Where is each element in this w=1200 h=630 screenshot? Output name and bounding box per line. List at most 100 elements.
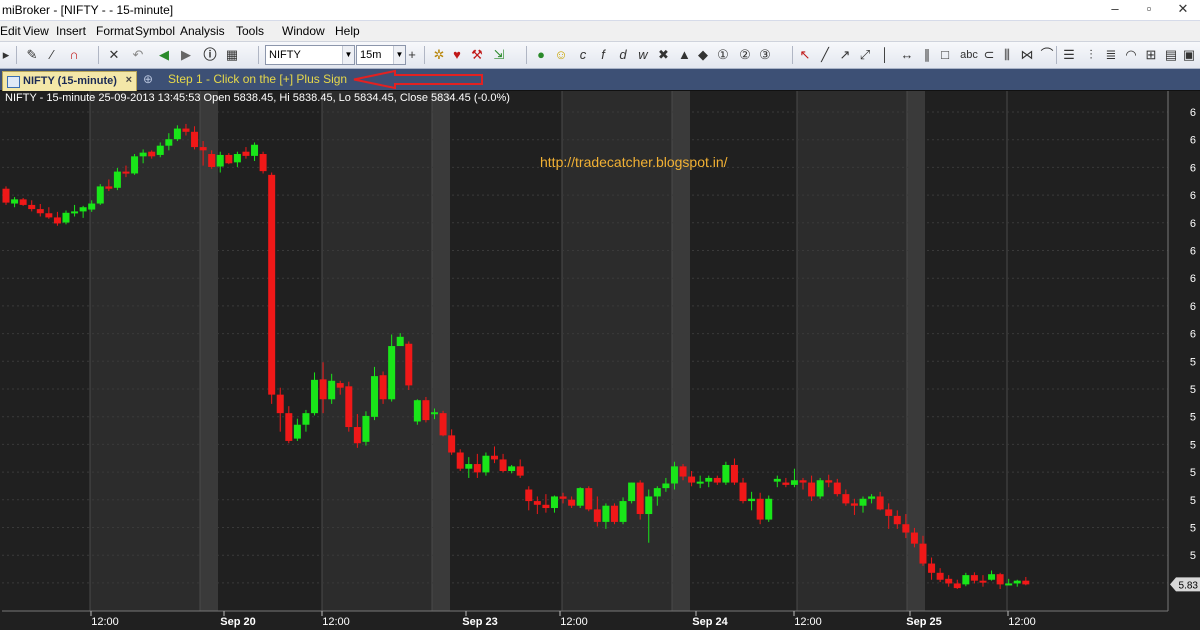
tool-icon[interactable]: ⚒ xyxy=(470,46,484,64)
chart-tab-icon xyxy=(7,76,20,88)
candle-body xyxy=(1022,580,1030,585)
pen-icon[interactable]: ✎ xyxy=(24,46,40,64)
smiley-icon[interactable]: ☺ xyxy=(554,46,568,64)
candle-body xyxy=(816,480,824,497)
extended-line-icon[interactable]: ⤢ xyxy=(858,46,872,64)
minimize-button[interactable]: – xyxy=(1108,0,1122,18)
chevron-down-icon[interactable]: ▼ xyxy=(393,46,405,64)
candlestick-chart[interactable]: 66666666655555555512:00Sep 2012:00Sep 23… xyxy=(0,91,1200,630)
candle-body xyxy=(62,212,70,223)
close-window-button[interactable]: ✕ xyxy=(1176,0,1190,18)
menu-edit[interactable]: Edit xyxy=(0,24,21,38)
candle-body xyxy=(628,482,636,502)
main-toolbar: ▸ ✎ ⁄ ∩ ✕ ↶ ◀ ▶ ⓘ ▦ NIFTY ▼ 15m ▼ + ✲ ♥ … xyxy=(0,42,1200,69)
interval-combo[interactable]: 15m ▼ xyxy=(356,45,406,65)
y-tick-label: 5 xyxy=(1190,495,1196,507)
vertical-line-icon[interactable]: │ xyxy=(878,46,892,64)
fibonacci-levels-icon[interactable]: ⫼ xyxy=(1000,46,1014,64)
circle-one-icon[interactable]: ① xyxy=(716,46,730,64)
tab-close-icon[interactable]: × xyxy=(126,74,132,86)
candle-body xyxy=(45,213,53,218)
settings-icon[interactable]: ✲ xyxy=(432,46,446,64)
green-circle-icon[interactable]: ● xyxy=(534,46,548,64)
price-chart[interactable]: 66666666655555555512:00Sep 2012:00Sep 23… xyxy=(0,91,1200,630)
gann-icon[interactable]: ⋈ xyxy=(1020,46,1034,64)
back-icon[interactable]: ◀ xyxy=(156,46,172,64)
candle-body xyxy=(2,188,10,203)
candle-body xyxy=(970,575,978,581)
candle-body xyxy=(199,147,207,151)
candle-body xyxy=(619,501,627,522)
y-tick-label: 5 xyxy=(1190,384,1196,396)
menu-symbol[interactable]: Symbol xyxy=(135,24,175,38)
list-icon[interactable]: ☰ xyxy=(1062,46,1076,64)
menu-view[interactable]: View xyxy=(23,24,49,38)
candle-body xyxy=(319,379,327,400)
delete-drawing-icon[interactable]: ✕ xyxy=(106,46,122,64)
undo-icon[interactable]: ↶ xyxy=(130,46,146,64)
ellipse-icon[interactable]: ⊂ xyxy=(982,46,996,64)
maximize-button[interactable]: ▫ xyxy=(1142,0,1156,18)
heart-icon[interactable]: ♥ xyxy=(450,46,464,64)
arrow-icon[interactable]: ▸ xyxy=(2,46,10,64)
ray-icon[interactable]: ↗ xyxy=(838,46,852,64)
day-separator-band xyxy=(200,91,218,611)
table-icon[interactable]: ▤ xyxy=(1164,46,1178,64)
grid-icon[interactable]: ⊞ xyxy=(1144,46,1158,64)
cycle-tool-icon[interactable]: c xyxy=(578,46,588,64)
calendar-icon[interactable]: ▦ xyxy=(224,46,240,64)
candle-body xyxy=(371,376,379,417)
text-tool-icon[interactable]: abc xyxy=(958,46,980,64)
parallel-lines-icon[interactable]: ∥ xyxy=(920,46,934,64)
menu-window[interactable]: Window xyxy=(282,24,325,38)
window-layout-icon[interactable]: ▣ xyxy=(1182,46,1196,64)
chevron-down-icon[interactable]: ▼ xyxy=(342,46,354,64)
candle-body xyxy=(533,501,541,505)
tab-nifty-15-minute[interactable]: NIFTY (15-minute) × xyxy=(2,71,137,91)
export-icon[interactable]: ⇲ xyxy=(492,46,506,64)
menu-insert[interactable]: Insert xyxy=(56,24,86,38)
menu-tools[interactable]: Tools xyxy=(236,24,264,38)
candle-body xyxy=(645,496,653,515)
cross-marker-icon[interactable]: ✖ xyxy=(658,46,669,64)
candle-body xyxy=(748,498,756,502)
candle-body xyxy=(979,580,987,583)
magnet-icon[interactable]: ∩ xyxy=(66,46,82,64)
add-tab-plus-icon[interactable]: ⊕ xyxy=(143,72,153,86)
day-separator-band xyxy=(432,91,450,611)
trendline-icon[interactable]: ╱ xyxy=(818,46,832,64)
fibonacci-tool-icon[interactable]: f xyxy=(598,46,608,64)
wifi-icon[interactable]: ◠ xyxy=(1124,46,1138,64)
circle-two-icon[interactable]: ② xyxy=(738,46,752,64)
candle-body xyxy=(842,494,850,504)
up-marker-icon[interactable]: ▲ xyxy=(678,46,691,64)
d-tool-icon[interactable]: d xyxy=(618,46,628,64)
candle-body xyxy=(568,499,576,506)
up-down-marker-icon[interactable]: ◆ xyxy=(698,46,708,64)
bars-icon[interactable]: ⫶ xyxy=(1084,46,1098,64)
layers-icon[interactable]: ≣ xyxy=(1104,46,1118,64)
rectangle-icon[interactable]: □ xyxy=(938,46,952,64)
y-tick-label: 6 xyxy=(1190,190,1196,202)
y-tick-label: 5 xyxy=(1190,412,1196,424)
menu-format[interactable]: Format xyxy=(96,24,134,38)
menu-analysis[interactable]: Analysis xyxy=(180,24,225,38)
info-icon[interactable]: ⓘ xyxy=(202,46,218,64)
wave-tool-icon[interactable]: w xyxy=(638,46,648,64)
horizontal-line-icon[interactable]: ↔ xyxy=(898,46,916,64)
plus-icon[interactable]: + xyxy=(407,46,417,64)
arc-icon[interactable]: ⌒ xyxy=(1040,46,1054,64)
candle-body xyxy=(336,383,344,388)
candle-body xyxy=(139,152,147,157)
candle-body xyxy=(328,380,336,400)
circle-three-icon[interactable]: ③ xyxy=(758,46,772,64)
menu-help[interactable]: Help xyxy=(335,24,360,38)
symbol-combo[interactable]: NIFTY ▼ xyxy=(265,45,355,65)
y-tick-label: 5 xyxy=(1190,523,1196,535)
candle-body xyxy=(422,400,430,421)
forward-icon[interactable]: ▶ xyxy=(178,46,194,64)
y-tick-label: 5 xyxy=(1190,467,1196,479)
x-tick-label: 12:00 xyxy=(794,616,822,628)
line-style-icon[interactable]: ⁄ xyxy=(44,46,60,64)
select-pointer-icon[interactable]: ↖ xyxy=(798,46,812,64)
